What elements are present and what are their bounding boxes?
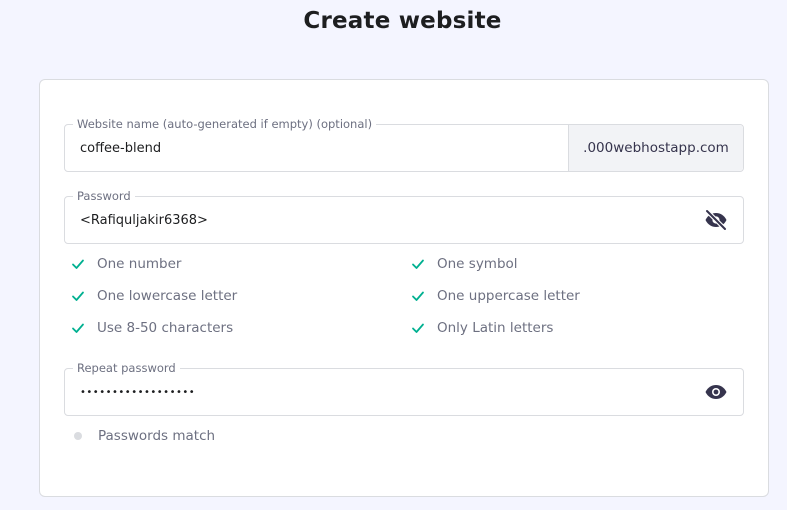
check-icon bbox=[411, 257, 425, 271]
requirement-length: Use 8-50 characters bbox=[71, 320, 233, 336]
domain-suffix: .000webhostapp.com bbox=[568, 125, 743, 171]
check-icon bbox=[411, 289, 425, 303]
requirement-one-lowercase: One lowercase letter bbox=[71, 288, 237, 304]
requirement-label: Only Latin letters bbox=[437, 320, 554, 336]
requirement-label: One lowercase letter bbox=[97, 288, 238, 304]
eye-icon bbox=[705, 385, 727, 399]
password-field[interactable]: Password <Rafiquljakir6368> bbox=[64, 188, 744, 244]
check-icon bbox=[71, 321, 85, 335]
repeat-password-field[interactable]: Repeat password •••••••••••••••••• bbox=[64, 360, 744, 416]
requirement-one-number: One number bbox=[71, 256, 181, 272]
requirement-latin-letters: Only Latin letters bbox=[411, 320, 553, 336]
requirement-label: One uppercase letter bbox=[437, 288, 580, 304]
website-name-input[interactable]: coffee-blend bbox=[80, 125, 161, 171]
repeat-password-input[interactable]: •••••••••••••••••• bbox=[80, 369, 195, 415]
check-icon bbox=[71, 257, 85, 271]
eye-off-icon bbox=[704, 208, 728, 232]
passwords-match-status: Passwords match bbox=[71, 428, 215, 444]
requirement-one-uppercase: One uppercase letter bbox=[411, 288, 580, 304]
requirement-label: One number bbox=[97, 256, 182, 272]
check-icon bbox=[411, 321, 425, 335]
page-title: Create website bbox=[303, 8, 502, 34]
requirement-label: Use 8-50 characters bbox=[97, 320, 234, 336]
password-input[interactable]: <Rafiquljakir6368> bbox=[80, 197, 208, 243]
passwords-match-label: Passwords match bbox=[98, 428, 216, 444]
website-name-field[interactable]: Website name (auto-generated if empty) (… bbox=[64, 116, 744, 172]
requirement-label: One symbol bbox=[437, 256, 518, 272]
toggle-repeat-password-visibility-button[interactable] bbox=[703, 379, 729, 405]
toggle-password-visibility-button[interactable] bbox=[703, 207, 729, 233]
requirement-one-symbol: One symbol bbox=[411, 256, 518, 272]
status-dot bbox=[74, 432, 82, 440]
create-website-card: Website name (auto-generated if empty) (… bbox=[39, 79, 769, 497]
check-icon bbox=[71, 289, 85, 303]
